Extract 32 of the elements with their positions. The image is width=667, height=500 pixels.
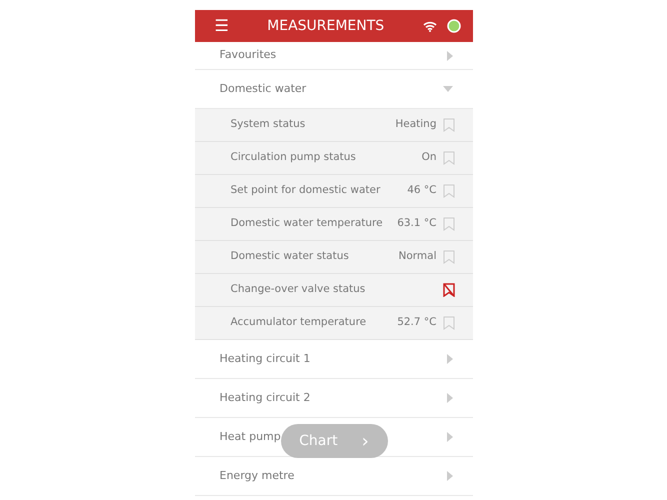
measurement-label: Accumulator temperature bbox=[230, 315, 368, 330]
group-label: Energy metre bbox=[220, 468, 294, 484]
measurement-value: 46 °C bbox=[407, 183, 436, 198]
bookmark-icon[interactable] bbox=[442, 184, 454, 198]
bookmark-icon[interactable] bbox=[442, 118, 454, 132]
measurement-value: 63.1 °C bbox=[397, 216, 436, 232]
measurement-label: Domestic water temperature bbox=[230, 216, 384, 232]
bookmark-icon[interactable] bbox=[442, 217, 454, 231]
screen-title: MEASUREMENTS bbox=[266, 16, 386, 36]
group-label: Heating circuit 2 bbox=[220, 390, 310, 406]
bookmark-icon[interactable] bbox=[442, 151, 454, 165]
measurement-value: On bbox=[422, 150, 436, 166]
measurement-label: Set point for domestic water bbox=[230, 183, 382, 198]
measurement-label: System status bbox=[230, 117, 306, 132]
measurement-label: Domestic water status bbox=[230, 249, 350, 264]
group-label: Heat pump bbox=[220, 428, 281, 445]
group-row[interactable]: Favourites bbox=[194, 42, 472, 70]
group-row[interactable]: Heating circuit 2 bbox=[194, 379, 472, 418]
group-label: Favourites bbox=[220, 47, 276, 64]
group-label: Domestic water bbox=[220, 80, 306, 97]
crossed-bookmark-icon[interactable] bbox=[442, 283, 454, 297]
group-label: Heating circuit 1 bbox=[220, 350, 310, 367]
measurement-label: Change-over valve status bbox=[230, 282, 366, 298]
group-row[interactable]: Heating circuit 1 bbox=[194, 340, 472, 379]
measurement-value: Heating bbox=[395, 117, 436, 132]
bookmark-icon[interactable] bbox=[442, 316, 454, 330]
bookmark-icon[interactable] bbox=[442, 250, 454, 264]
menu-button[interactable]: ☰ bbox=[214, 18, 229, 34]
measurement-value: 52.7 °C bbox=[397, 315, 436, 330]
measurement-value: Normal bbox=[398, 249, 436, 264]
wifi-icon bbox=[422, 20, 436, 32]
measurement-label: Circulation pump status bbox=[230, 150, 357, 166]
